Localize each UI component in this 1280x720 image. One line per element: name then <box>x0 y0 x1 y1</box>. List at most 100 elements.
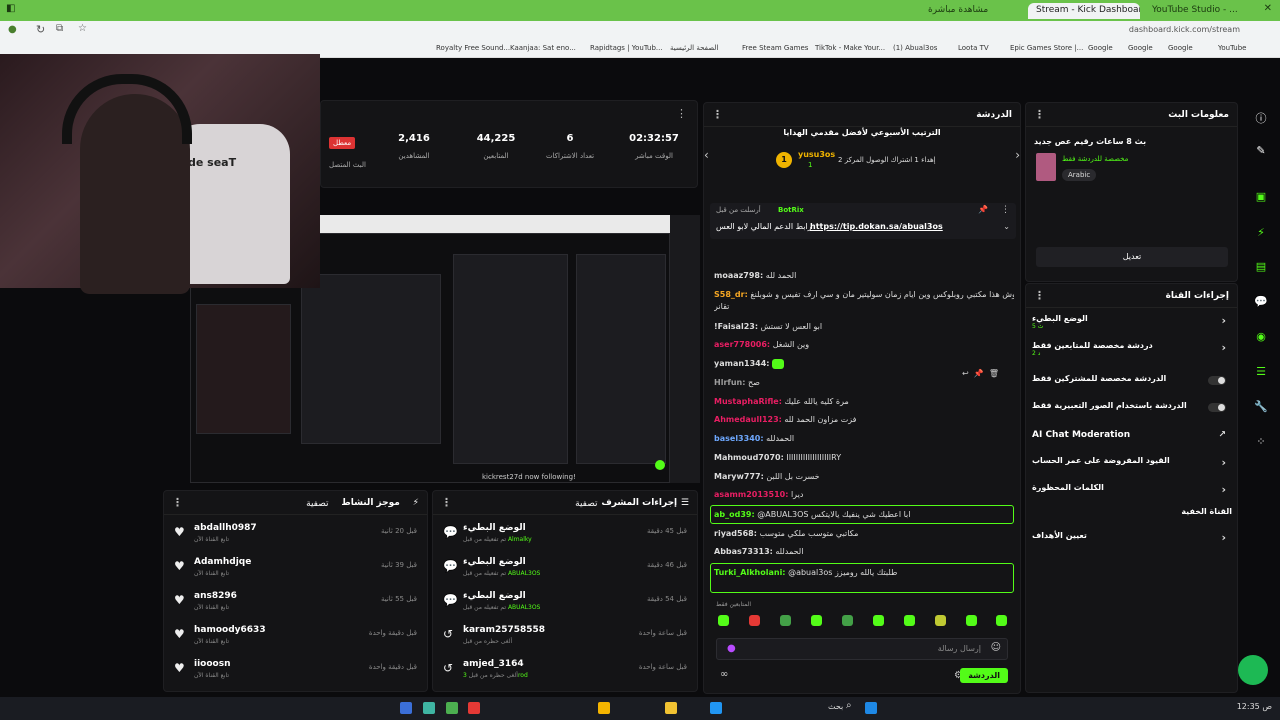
chat-send-button[interactable]: الدردشة <box>960 668 1008 683</box>
taskbar-search[interactable]: بحث <box>828 702 843 711</box>
username[interactable]: iiooosn <box>194 659 230 669</box>
chat-username[interactable]: aser778006: <box>714 340 770 349</box>
moderator-name[interactable]: ABUAL3OS <box>508 570 540 577</box>
bookmark[interactable]: Google <box>1168 44 1193 52</box>
chat-username[interactable]: asamm2013510: <box>714 490 788 499</box>
reload-icon[interactable]: ↻ <box>36 23 45 36</box>
leader-name[interactable]: yusu3os <box>798 150 835 159</box>
emote-icon[interactable] <box>966 615 977 626</box>
delete-icon[interactable]: 🗑 <box>989 369 999 378</box>
url-field[interactable]: dashboard.kick.com/stream <box>1129 25 1240 34</box>
more-icon[interactable]: ⋮ <box>1034 289 1045 302</box>
chat-username[interactable]: S58_dr: <box>714 290 748 299</box>
bookmark[interactable]: Epic Games Store |... <box>1010 44 1083 52</box>
username[interactable]: abdallh0987 <box>194 523 257 533</box>
username[interactable]: Adamhdjqe <box>194 557 251 567</box>
bookmark[interactable]: الصفحة الرئيسية <box>670 44 718 52</box>
filter-button[interactable]: تصفية <box>575 499 597 509</box>
chat-username[interactable]: Maryw777: <box>714 472 764 481</box>
tab-kick-dashboard[interactable]: Stream - Kick Dashboard <box>1028 3 1140 19</box>
chevron-right-icon[interactable]: › <box>1221 341 1226 354</box>
list-icon[interactable]: ☰ <box>1254 365 1268 379</box>
chat-icon[interactable]: 💬 <box>1254 295 1268 309</box>
emote-icon[interactable] <box>749 615 760 626</box>
pinned-author[interactable]: BotRix <box>778 206 804 214</box>
more-icon[interactable]: ⋮ <box>1034 108 1045 121</box>
close-window-icon[interactable]: ✕ <box>1264 3 1272 14</box>
more-icon[interactable]: ⋮ <box>676 107 687 120</box>
chevron-right-icon[interactable]: › <box>1221 483 1226 496</box>
back-icon[interactable]: ● <box>8 24 17 35</box>
edit-icon[interactable]: ✎ <box>1254 144 1268 158</box>
bookmark[interactable]: Loota TV <box>958 44 989 52</box>
chat-username[interactable]: yaman1344: <box>714 359 770 368</box>
chrome-icon[interactable] <box>598 702 610 714</box>
emote-icon[interactable] <box>873 615 884 626</box>
emote-icon[interactable] <box>842 615 853 626</box>
username[interactable]: hamoody6633 <box>194 625 266 635</box>
more-icon[interactable]: ⋮ <box>172 496 183 509</box>
emote-icon[interactable] <box>718 615 729 626</box>
set-goals-setting[interactable]: تعيين الأهداف › <box>1032 531 1232 551</box>
app-icon[interactable] <box>468 702 480 714</box>
pin-icon[interactable]: 📌 <box>978 205 988 214</box>
chat-username[interactable]: Mahmoud7070: <box>714 453 784 462</box>
bookmark[interactable]: (1) Abual3os <box>893 44 937 52</box>
chat-username[interactable]: Ahmedaull123: <box>714 415 782 424</box>
banned-words-setting[interactable]: الكلمات المحظورة › <box>1032 483 1232 503</box>
emote-icon[interactable] <box>780 615 791 626</box>
ai-moderation-setting[interactable]: AI Chat Moderation ↗ <box>1032 430 1232 450</box>
bookmark[interactable]: YouTube <box>1218 44 1246 52</box>
bookmark[interactable]: Free Steam Games <box>742 44 808 52</box>
broadcast-icon[interactable]: ◉ <box>1254 330 1268 344</box>
emote-icon[interactable] <box>811 615 822 626</box>
microphone-icon[interactable]: ● <box>727 643 736 654</box>
leaderboard-next-icon[interactable]: › <box>1015 148 1020 162</box>
slow-mode-setting[interactable]: الوضع البطيء 5 ث › <box>1032 314 1232 334</box>
chat-username[interactable]: !Faisal23: <box>714 322 758 331</box>
external-link-icon[interactable]: ↗ <box>1218 430 1226 440</box>
stream-category[interactable]: مخصصة للدردشة فقط <box>1062 155 1128 163</box>
info-icon[interactable]: ⓘ <box>1254 110 1268 125</box>
edit-stream-info-button[interactable]: تعديل <box>1036 247 1228 267</box>
chevron-right-icon[interactable]: › <box>1221 531 1226 544</box>
clipboard-icon[interactable]: ▤ <box>1254 260 1268 274</box>
chat-username[interactable]: basel3340: <box>714 434 764 443</box>
app-icon[interactable] <box>710 702 722 714</box>
more-icon[interactable]: ⋮ <box>1001 205 1010 215</box>
window-menu-icon[interactable]: ◧ <box>6 3 15 14</box>
emote-icon[interactable] <box>904 615 915 626</box>
chevron-down-icon[interactable]: ⌄ <box>1003 222 1010 231</box>
username[interactable]: ans8296 <box>194 591 237 601</box>
chat-username[interactable]: ab_od39: <box>714 510 755 519</box>
wrench-icon[interactable]: 🔧 <box>1254 400 1268 414</box>
chrome-icon[interactable] <box>446 702 458 714</box>
pinned-link[interactable]: https://tip.dokan.sa/abual3os <box>810 222 943 231</box>
copy-icon[interactable]: ⧉ <box>56 23 63 34</box>
app-icon[interactable] <box>423 702 435 714</box>
infinity-icon[interactable]: ∞ <box>720 669 728 680</box>
subscribers-only-toggle[interactable] <box>1208 376 1226 385</box>
emote-icon[interactable] <box>996 615 1007 626</box>
mod-actions-menu[interactable]: ⋮ تصفية <box>441 496 598 509</box>
chat-message-input[interactable]: ● إرسال رسالة ☺ <box>716 638 1008 660</box>
action-name[interactable]: karam25758558 <box>463 625 545 635</box>
action-name[interactable]: amjed_3164 <box>463 659 524 669</box>
reply-icon[interactable]: ↩ <box>962 369 969 378</box>
bookmark[interactable]: Rapidtags | YouTub... <box>590 44 663 52</box>
folder-icon[interactable] <box>665 702 677 714</box>
layout-icon[interactable]: ▣ <box>1254 190 1268 204</box>
chat-username[interactable]: moaaz798: <box>714 271 763 280</box>
apps-icon[interactable]: ⁘ <box>1254 435 1268 449</box>
bookmark[interactable]: Google <box>1088 44 1113 52</box>
moderator-name[interactable]: Almalky <box>508 536 532 543</box>
chat-username[interactable]: Hlrfun: <box>714 378 745 387</box>
emote-only-toggle[interactable] <box>1208 403 1226 412</box>
chevron-right-icon[interactable]: › <box>1221 314 1226 327</box>
filter-button[interactable]: تصفية <box>306 499 328 509</box>
chevron-right-icon[interactable]: › <box>1221 456 1226 469</box>
more-icon[interactable]: ⋮ <box>712 108 723 121</box>
activity-menu[interactable]: ⋮ تصفية <box>172 496 329 509</box>
chat-username[interactable]: Turki_Alkholani: <box>714 568 786 577</box>
moderator-name[interactable]: ABUAL3OS <box>508 604 540 611</box>
